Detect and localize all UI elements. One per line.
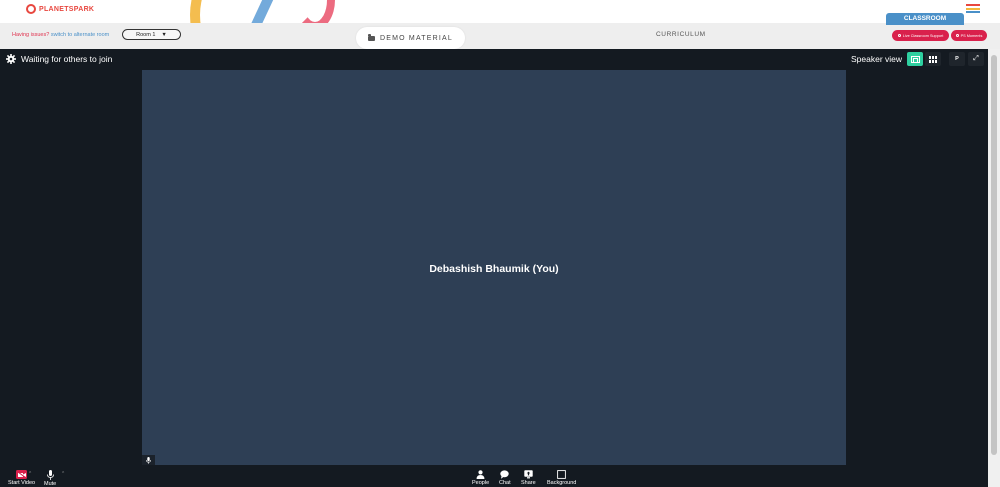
share-screen-icon — [524, 470, 533, 479]
meeting-toolbar: Start Video ⌃ Mute ⌃ People Chat Share B… — [0, 465, 988, 487]
support-label: Live Classroom Support — [902, 33, 944, 38]
gallery-grid-icon — [928, 55, 938, 63]
issues-message: Having issues? switch to alternate room — [12, 32, 109, 38]
mute-label: Mute — [44, 481, 57, 487]
scrollbar-thumb[interactable] — [991, 55, 997, 455]
mute-button[interactable]: Mute — [44, 470, 56, 487]
page-scrollbar[interactable] — [988, 49, 1000, 487]
issues-text: Having issues? — [12, 32, 50, 38]
demo-material-button[interactable]: DEMO MATERIAL — [356, 27, 465, 49]
chat-icon — [500, 470, 510, 479]
planetspark-logo[interactable]: PLANETSPARK — [26, 4, 94, 14]
chat-label: Chat — [499, 480, 511, 486]
room-select[interactable]: Room 1 ▼ — [122, 29, 181, 40]
people-icon — [476, 470, 485, 479]
speaker-view-icon — [910, 55, 920, 63]
dropdown-arrow-icon: ▼ — [161, 31, 167, 38]
pin-p-button[interactable]: P — [949, 52, 965, 66]
hamburger-menu-icon[interactable] — [966, 4, 980, 13]
background-icon — [557, 470, 567, 479]
support-icon — [897, 34, 901, 37]
logo-icon — [26, 4, 36, 14]
moments-icon — [955, 34, 959, 37]
live-classroom-support-button[interactable]: Live Classroom Support — [892, 30, 949, 41]
classroom-control-bar: Having issues? switch to alternate room … — [0, 13, 1000, 49]
gear-icon[interactable] — [6, 54, 16, 64]
audio-options-chevron-icon[interactable]: ⌃ — [61, 471, 65, 477]
folder-icon — [367, 34, 375, 41]
share-button[interactable]: Share — [521, 470, 536, 486]
chat-button[interactable]: Chat — [499, 470, 511, 486]
fullscreen-button[interactable]: ⤢ — [968, 52, 984, 66]
speaker-view-button[interactable] — [907, 52, 923, 66]
people-label: People — [472, 480, 490, 486]
switch-room-link[interactable]: switch to alternate room — [51, 32, 109, 38]
background-button[interactable]: Background — [547, 470, 576, 486]
people-button[interactable]: People — [472, 470, 489, 486]
moments-label: PS Moments — [960, 33, 983, 38]
tile-mic-indicator — [142, 455, 155, 465]
ps-moments-button[interactable]: PS Moments — [951, 30, 987, 41]
meeting-header: Waiting for others to join Speaker view … — [0, 49, 988, 69]
share-label: Share — [521, 480, 536, 486]
camera-off-icon — [16, 470, 28, 479]
logo-text: PLANETSPARK — [39, 5, 95, 13]
gallery-view-button[interactable] — [925, 52, 941, 66]
background-label: Background — [547, 480, 577, 486]
video-options-chevron-icon[interactable]: ⌃ — [28, 471, 32, 477]
start-video-label: Start Video — [8, 480, 36, 486]
participant-name: Debashish Bhaumik (You) — [429, 263, 559, 275]
meeting-status: Waiting for others to join — [21, 54, 113, 64]
view-mode-label: Speaker view — [851, 54, 903, 64]
expand-icon: ⤢ — [973, 55, 979, 62]
participant-video-tile[interactable]: Debashish Bhaumik (You) — [142, 70, 846, 465]
demo-material-label: DEMO MATERIAL — [379, 34, 454, 42]
microphone-icon — [146, 456, 151, 464]
room-select-value: Room 1 — [136, 31, 156, 38]
meeting-window: Waiting for others to join Speaker view … — [0, 49, 988, 487]
microphone-icon — [46, 470, 54, 480]
classroom-tab[interactable]: CLASSROOM — [886, 13, 964, 25]
curriculum-tab[interactable]: CURRICULUM — [656, 31, 706, 38]
top-header: PLANETSPARK — [0, 0, 1000, 90]
